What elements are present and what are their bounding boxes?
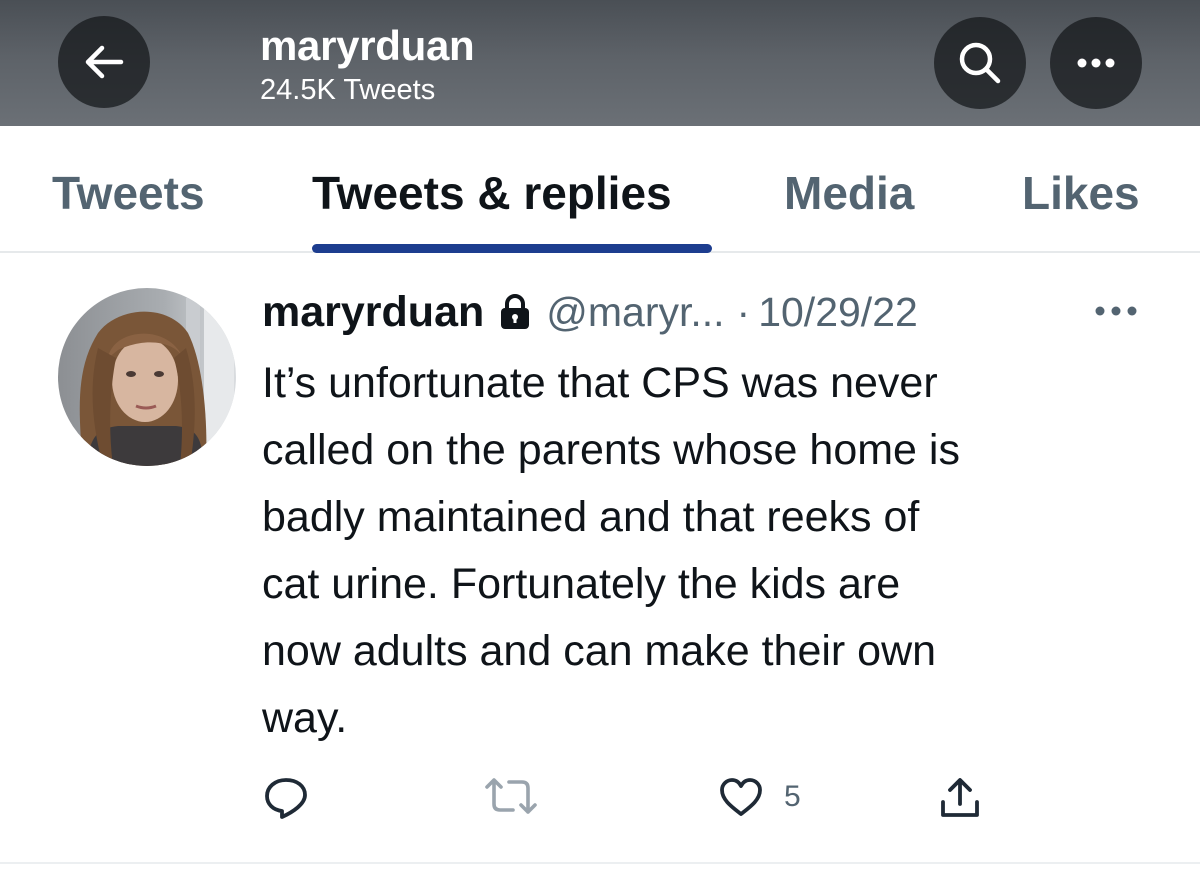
tweet-text-line: way. xyxy=(262,694,348,742)
search-button[interactable] xyxy=(934,17,1026,109)
profile-name: maryrduan xyxy=(260,22,475,69)
like-count: 5 xyxy=(784,780,801,813)
tweet-text-line: cat urine. Fortunately the kids are xyxy=(262,560,901,608)
search-icon xyxy=(959,42,1001,84)
tweet-text-line: badly maintained and that reeks of xyxy=(262,493,920,541)
tab-likes[interactable]: Likes xyxy=(1022,166,1140,220)
share-icon xyxy=(941,778,979,817)
back-button[interactable] xyxy=(58,16,150,108)
heart-icon xyxy=(720,778,762,816)
tab-media[interactable]: Media xyxy=(784,166,914,220)
tab-tweets[interactable]: Tweets xyxy=(52,166,205,220)
tweet-text-line: now adults and can make their own xyxy=(262,627,937,675)
retweet-button[interactable] xyxy=(483,776,539,816)
share-button[interactable] xyxy=(938,776,982,820)
profile-header: maryrduan 24.5K Tweets xyxy=(0,0,1200,126)
tweet-header: maryrduan @maryr... · 10/29/22 xyxy=(262,288,918,336)
separator-dot: · xyxy=(736,288,751,335)
more-horizontal-icon xyxy=(1077,58,1115,68)
arrow-left-icon xyxy=(85,45,124,79)
retweet-icon xyxy=(485,778,537,814)
more-horizontal-icon xyxy=(1095,306,1137,316)
avatar[interactable] xyxy=(58,288,236,466)
profile-tabs: Tweets Tweets & replies Media Likes xyxy=(0,126,1200,253)
tab-tweets-and-replies[interactable]: Tweets & replies xyxy=(312,166,672,220)
more-options-button[interactable] xyxy=(1050,17,1142,109)
tweet-text: It’s unfortunate that CPS was never call… xyxy=(262,350,1142,752)
lock-icon xyxy=(500,294,530,330)
tweet-count: 24.5K Tweets xyxy=(260,74,436,106)
tweet-date[interactable]: 10/29/22 xyxy=(758,289,918,336)
author-handle[interactable]: @maryr... xyxy=(546,289,724,336)
like-button[interactable]: 5 xyxy=(718,776,801,818)
active-tab-indicator xyxy=(312,244,712,253)
reply-button[interactable] xyxy=(263,776,309,820)
tweet-text-line: called on the parents whose home is xyxy=(262,426,960,474)
reply-icon xyxy=(265,778,307,819)
author-name[interactable]: maryrduan xyxy=(262,288,484,337)
tweet-more-button[interactable] xyxy=(1090,296,1142,326)
tweet-divider xyxy=(0,862,1200,864)
tweet-text-line: It’s unfortunate that CPS was never xyxy=(262,359,938,407)
